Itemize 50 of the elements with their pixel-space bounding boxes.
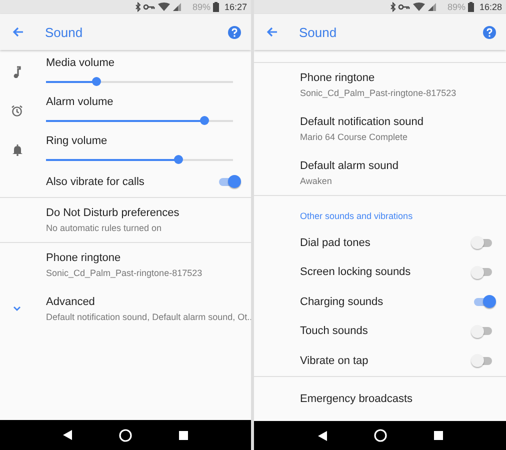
slider-label: Ring volume [46, 134, 108, 146]
home-icon[interactable] [118, 428, 132, 442]
setting-title[interactable]: Do Not Disturb preferences [46, 206, 239, 218]
music-note-icon [13, 66, 21, 78]
toggle-switch[interactable] [474, 327, 492, 336]
section-header: Other sounds and vibrations [300, 211, 413, 221]
battery-icon [213, 2, 220, 12]
setting-title[interactable]: Advanced [46, 296, 251, 308]
alarm-clock-icon [11, 104, 23, 116]
back-icon[interactable] [318, 430, 326, 440]
setting-title[interactable]: Default alarm sound [300, 160, 494, 172]
setting-label: Touch sounds [300, 325, 369, 338]
battery-icon [468, 2, 474, 12]
setting-summary: Default notification sound, Default alarm sound, Ot.. [46, 312, 251, 322]
setting-summary: Mario 64 Course Complete [300, 132, 409, 142]
slider-thumb[interactable] [174, 154, 184, 164]
slider-label: Media volume [46, 56, 116, 68]
clock-time: 16:28 [479, 2, 502, 12]
setting-title[interactable]: Phone ringtone [300, 72, 494, 84]
slider-thumb[interactable] [200, 116, 210, 124]
setting-summary: Sonic_Cd_Palm_Past-ringtone-817523 [300, 88, 458, 98]
help-icon[interactable] [228, 26, 241, 38]
screen-title: Sound [299, 24, 338, 40]
recents-icon[interactable] [178, 430, 188, 440]
setting-label: Screen locking sounds [300, 266, 412, 278]
chevron-down-icon[interactable] [13, 306, 21, 311]
setting-title[interactable]: Phone ringtone [46, 252, 239, 264]
help-icon[interactable] [483, 26, 496, 38]
clock-time: 16:27 [224, 2, 247, 12]
toggle-switch[interactable] [474, 356, 492, 365]
screen-title: Sound [45, 24, 84, 40]
setting-title[interactable]: Emergency broadcasts [300, 392, 494, 404]
setting-summary: Awaken [300, 176, 333, 186]
setting-label: Vibrate on tap [300, 354, 370, 367]
setting-label: Dial pad tones [300, 236, 372, 249]
slider-thumb[interactable] [92, 76, 101, 86]
toggle-switch[interactable] [474, 268, 492, 276]
bell-icon [12, 144, 22, 156]
setting-summary: No automatic rules turned on [46, 222, 163, 232]
setting-label: Also vibrate for calls [46, 176, 146, 188]
battery-percentage: 89% [192, 2, 210, 12]
back-icon[interactable] [63, 430, 72, 440]
battery-percentage: 89% [447, 2, 466, 12]
recents-icon[interactable] [434, 431, 442, 440]
setting-summary: Sonic_Cd_Palm_Past-ringtone-817523 [46, 268, 204, 278]
setting-title[interactable]: Default notification sound [300, 116, 494, 128]
toggle-switch[interactable] [474, 238, 492, 247]
setting-label: Charging sounds [300, 296, 384, 308]
slider-label: Alarm volume [46, 96, 114, 108]
home-icon[interactable] [374, 429, 386, 442]
